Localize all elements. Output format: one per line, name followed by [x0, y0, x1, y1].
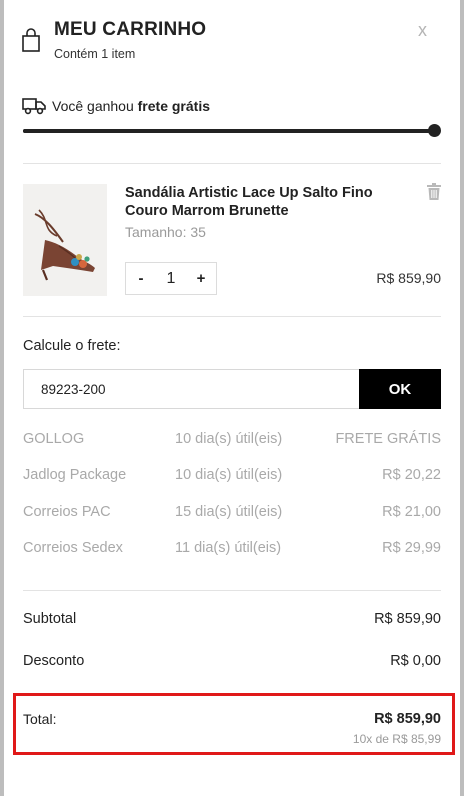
trash-icon[interactable]: [427, 183, 441, 200]
shipping-price: R$ 20,22: [382, 467, 441, 483]
shipping-price: FRETE GRÁTIS: [335, 431, 441, 447]
freight-label: Calcule o frete:: [23, 338, 121, 354]
carrier-name: GOLLOG: [23, 431, 85, 447]
free-shipping-message: Você ganhou frete grátis: [52, 98, 210, 114]
quantity-stepper: - 1 +: [125, 262, 217, 295]
product-name[interactable]: Sandália Artistic Lace Up Salto Fino Cou…: [125, 184, 395, 220]
free-shipping-progress-bar: [23, 129, 435, 133]
delivery-time: 11 dia(s) útil(eis): [175, 540, 282, 556]
close-icon[interactable]: x: [418, 20, 427, 41]
cart-drawer: MEU CARRINHO Contém 1 item x Você ganhou…: [4, 0, 460, 796]
cart-item-count: Contém 1 item: [54, 47, 136, 61]
shipping-option[interactable]: Jadlog Package 10 dia(s) útil(eis) R$ 20…: [23, 467, 441, 487]
divider: [23, 590, 441, 591]
shipping-option[interactable]: Correios PAC 15 dia(s) útil(eis) R$ 21,0…: [23, 504, 441, 524]
subtotal-value: R$ 859,90: [374, 611, 441, 627]
increase-quantity-button[interactable]: +: [186, 270, 216, 287]
carrier-name: Correios Sedex: [23, 540, 123, 556]
carrier-name: Jadlog Package: [23, 467, 127, 483]
total-label: Total:: [23, 711, 57, 727]
cep-input[interactable]: [23, 369, 360, 409]
truck-icon: [22, 98, 46, 115]
free-shipping-prefix: Você ganhou: [52, 98, 138, 114]
discount-label: Desconto: [23, 653, 85, 669]
delivery-time: 10 dia(s) útil(eis): [175, 467, 283, 483]
divider: [23, 163, 441, 164]
installments-text: 10x de R$ 85,99: [352, 732, 441, 746]
progress-knob: [428, 124, 441, 137]
decrease-quantity-button[interactable]: -: [126, 270, 156, 287]
product-image[interactable]: [23, 184, 107, 296]
shipping-price: R$ 29,99: [382, 540, 441, 556]
page-backdrop-right: [460, 0, 464, 796]
carrier-name: Correios PAC: [23, 504, 111, 520]
free-shipping-highlight: frete grátis: [137, 98, 210, 114]
delivery-time: 10 dia(s) útil(eis): [175, 431, 283, 447]
product-size: Tamanho: 35: [125, 224, 206, 240]
progress-fill: [23, 129, 435, 133]
discount-value: R$ 0,00: [390, 653, 441, 669]
shipping-option[interactable]: GOLLOG 10 dia(s) útil(eis) FRETE GRÁTIS: [23, 431, 441, 451]
delivery-time: 15 dia(s) útil(eis): [175, 504, 283, 520]
shipping-price: R$ 21,00: [382, 504, 441, 520]
shopping-bag-icon: [22, 28, 40, 52]
subtotal-label: Subtotal: [23, 611, 77, 627]
sandal-illustration: [23, 184, 107, 296]
total-value: R$ 859,90: [374, 711, 441, 727]
divider: [23, 316, 441, 317]
product-price: R$ 859,90: [376, 270, 441, 286]
calculate-freight-button[interactable]: OK: [359, 369, 441, 409]
cart-title: MEU CARRINHO: [54, 19, 207, 40]
quantity-value[interactable]: 1: [156, 270, 186, 288]
shipping-option[interactable]: Correios Sedex 11 dia(s) útil(eis) R$ 29…: [23, 540, 441, 560]
